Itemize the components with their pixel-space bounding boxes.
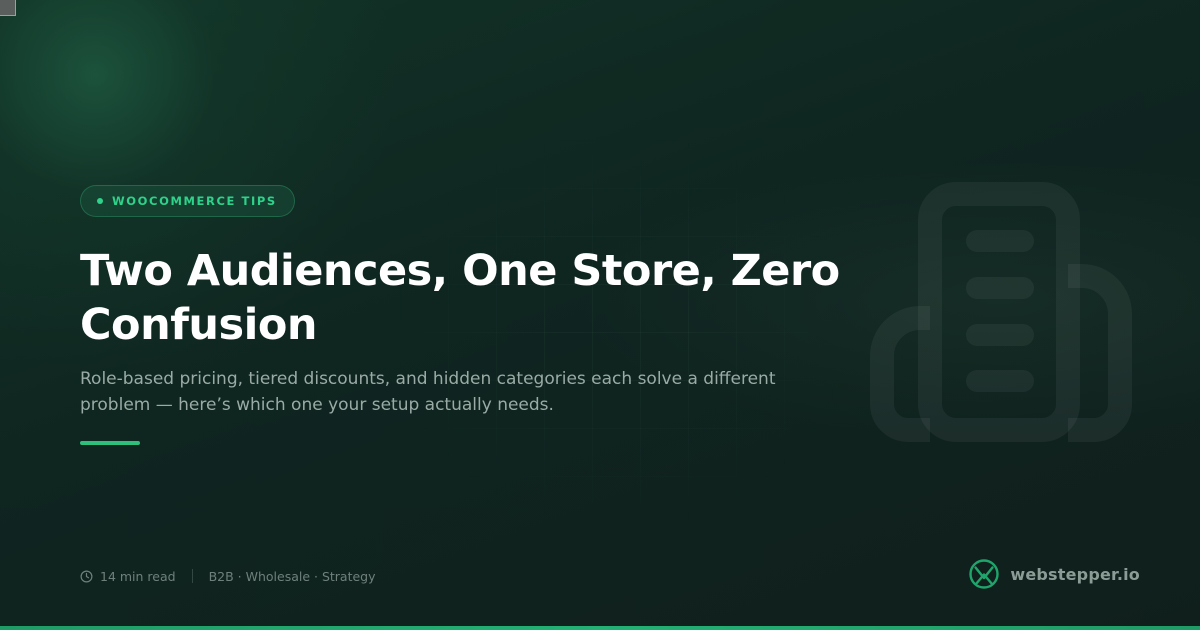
category-tag: WOOCOMMERCE TIPS <box>80 185 295 217</box>
meta-divider <box>191 569 193 583</box>
window-corner-handle <box>0 0 16 16</box>
building-icon <box>870 182 1132 442</box>
article-cover-card: WOOCOMMERCE TIPS Two Audiences, One Stor… <box>0 0 1200 630</box>
status-dot-icon <box>97 198 103 204</box>
article-subtitle: Role-based pricing, tiered discounts, an… <box>80 369 776 415</box>
accent-divider <box>80 441 140 445</box>
article-topics: B2B · Wholesale · Strategy <box>208 568 376 584</box>
article-meta: 14 min read B2B · Wholesale · Strategy <box>80 566 376 586</box>
article-title: Two Audiences, One Store, Zero Confusion <box>80 246 840 350</box>
category-tag-label: WOOCOMMERCE TIPS <box>112 194 277 208</box>
brand-name: webstepper.io <box>1010 564 1140 584</box>
bottom-accent-bar <box>0 626 1200 630</box>
webstepper-logo-icon <box>969 559 1000 589</box>
read-time: 14 min read <box>100 568 176 584</box>
clock-icon <box>80 570 93 582</box>
brand-logo: webstepper.io <box>968 557 1140 591</box>
